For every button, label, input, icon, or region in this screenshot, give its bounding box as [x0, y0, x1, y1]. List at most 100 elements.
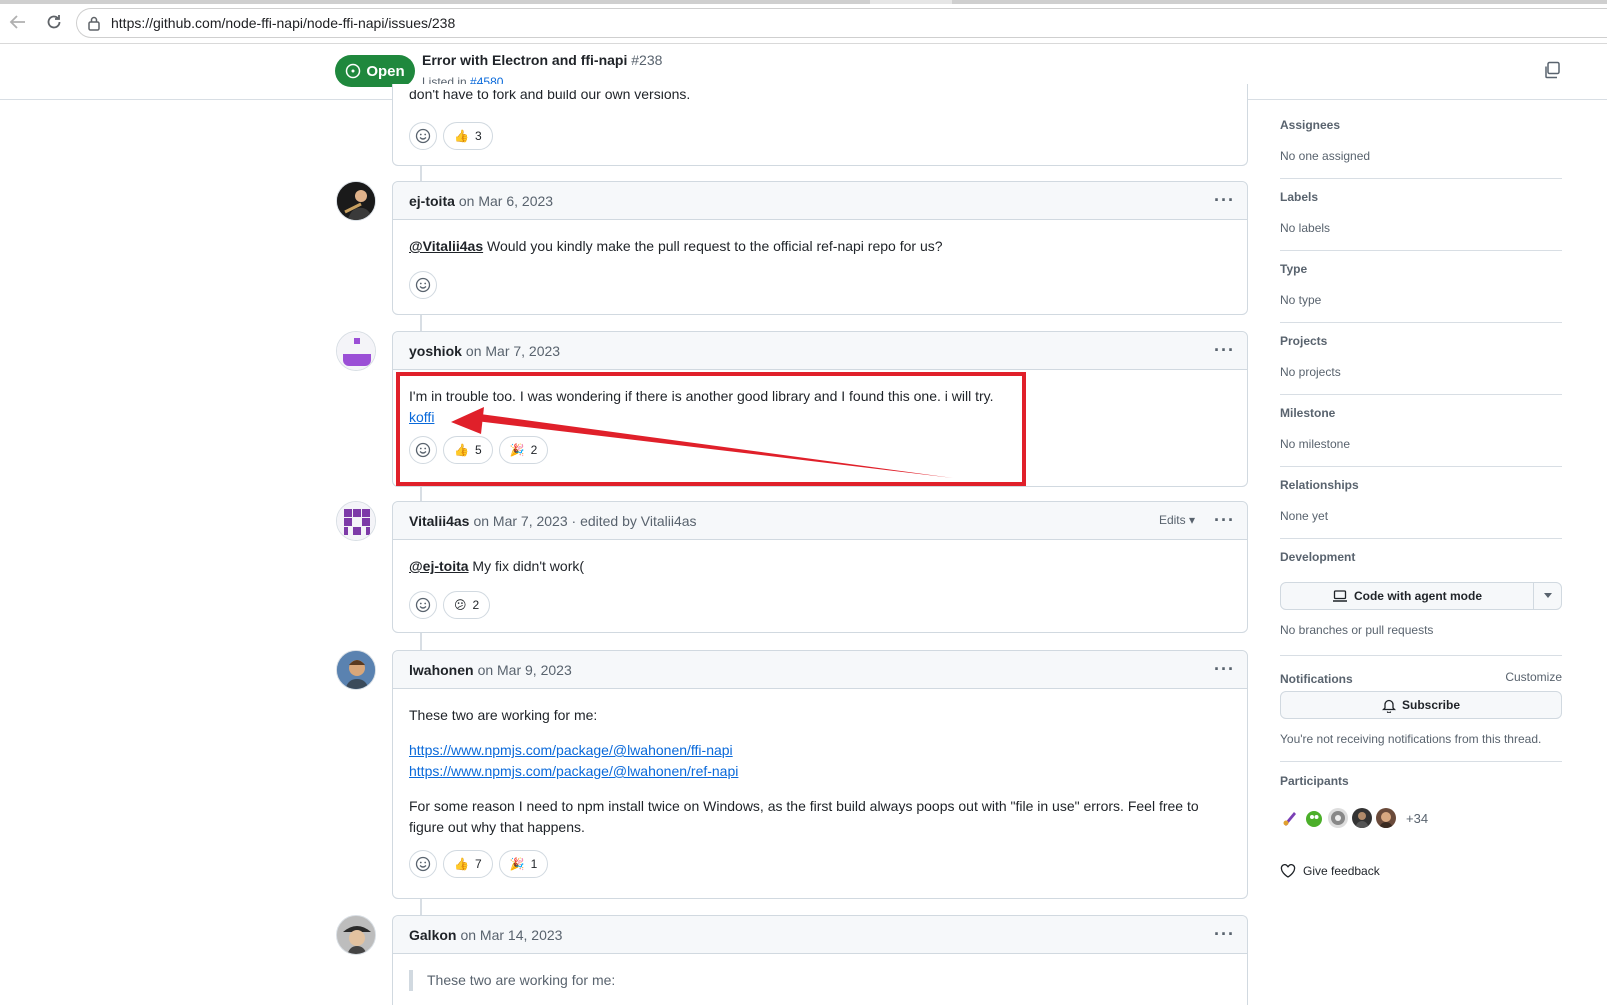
identicon-icon — [337, 502, 375, 540]
reactions-bar: 👍 3 — [393, 122, 509, 164]
hooray-reaction[interactable]: 🎉 1 — [498, 850, 549, 878]
user-mention[interactable]: @ej-toita — [409, 558, 469, 574]
add-reaction-button[interactable] — [409, 591, 437, 619]
add-reaction-button[interactable] — [409, 122, 437, 150]
comment-header: Vitalii4as on Mar 7, 2023 · edited by Vi… — [393, 502, 1247, 540]
comment-author[interactable]: ej-toita — [409, 193, 455, 209]
browser-toolbar: https://github.com/node-ffi-napi/node-ff… — [0, 0, 1607, 44]
sidebar-milestone[interactable]: Milestone No milestone — [1280, 406, 1562, 467]
comment-options-button[interactable]: ··· — [1214, 190, 1235, 211]
avatar-image-icon — [1328, 808, 1348, 828]
sidebar-type[interactable]: Type No type — [1280, 262, 1562, 323]
smiley-icon — [415, 128, 431, 144]
blockquote: These two are working for me: — [409, 970, 1231, 991]
sidebar-value: No projects — [1280, 365, 1341, 379]
tab-active-indicator — [0, 0, 870, 4]
confused-reaction[interactable]: 😕 2 — [443, 591, 491, 619]
comment-partial: don't have to fork and build our own ver… — [392, 84, 1248, 166]
issue-state-label: Open — [366, 62, 405, 80]
address-bar[interactable]: https://github.com/node-ffi-napi/node-ff… — [76, 8, 1607, 38]
participant-avatar[interactable] — [1304, 808, 1324, 828]
avatar[interactable] — [336, 331, 376, 371]
triangle-down-icon — [1543, 593, 1552, 598]
avatar-image-icon — [1376, 808, 1396, 828]
sidebar-title: Projects — [1280, 334, 1328, 348]
comment-date[interactable]: on Mar 7, 2023 · edited by Vitalii4as — [473, 513, 696, 529]
copy-link-button[interactable] — [1543, 61, 1561, 79]
add-reaction-button[interactable] — [409, 271, 437, 299]
participant-avatar[interactable] — [1280, 808, 1300, 828]
subscribe-button[interactable]: Subscribe — [1280, 691, 1562, 719]
ref-napi-link[interactable]: https://www.npmjs.com/package/@lwahonen/… — [409, 763, 738, 779]
comment-author[interactable]: Galkon — [409, 927, 456, 943]
sidebar-participants: Participants +34 Give feedback — [1280, 774, 1562, 878]
comment-header: Galkon on Mar 14, 2023 ··· — [393, 916, 1247, 954]
sidebar-title: Participants — [1280, 774, 1349, 788]
give-feedback-label: Give feedback — [1303, 864, 1380, 878]
comment-options-button[interactable]: ··· — [1214, 340, 1235, 361]
copy-icon — [1545, 61, 1560, 79]
comment-date[interactable]: on Mar 9, 2023 — [478, 662, 572, 678]
edits-label: Edits — [1158, 513, 1186, 527]
comment-author[interactable]: lwahonen — [409, 662, 474, 678]
reactions-bar: 😕 2 — [393, 591, 1247, 633]
quote-text: These two are working for me: — [427, 972, 616, 988]
sidebar-relationships[interactable]: Relationships None yet — [1280, 478, 1562, 539]
avatar[interactable] — [336, 181, 376, 221]
tab-strip — [0, 0, 1607, 4]
party-popper-icon: 🎉 — [509, 857, 525, 871]
comment-date[interactable]: on Mar 7, 2023 — [466, 343, 560, 359]
smiley-icon — [415, 856, 431, 872]
thumbs-up-icon: 👍 — [454, 129, 469, 143]
comment-options-button[interactable]: ··· — [1214, 510, 1235, 531]
give-feedback-link[interactable]: Give feedback — [1280, 864, 1380, 878]
confused-face-icon: 😕 — [454, 598, 467, 612]
issue-title: Error with Electron and ffi-napi #238 — [422, 52, 662, 68]
comment-date[interactable]: on Mar 14, 2023 — [460, 927, 562, 943]
sidebar-labels[interactable]: Labels No labels — [1280, 190, 1562, 251]
participant-avatar[interactable] — [1352, 808, 1372, 828]
edits-dropdown[interactable]: Edits ▾ — [1159, 513, 1195, 527]
code-with-agent-label: Code with agent mode — [1353, 589, 1482, 603]
sidebar-value: No labels — [1280, 221, 1331, 235]
avatar-image-icon — [1304, 808, 1324, 828]
back-button[interactable] — [6, 10, 30, 34]
avatar[interactable] — [336, 915, 376, 955]
participant-avatar[interactable] — [1328, 808, 1348, 828]
customize-notifications-link[interactable]: Customize — [1505, 670, 1562, 684]
issue-open-icon — [346, 63, 361, 79]
comment-date[interactable]: on Mar 6, 2023 — [459, 193, 553, 209]
avatar[interactable] — [336, 650, 376, 690]
reload-button[interactable] — [42, 10, 66, 34]
sidebar-projects[interactable]: Projects No projects — [1280, 334, 1562, 395]
sidebar-development: Development Code with agent mode No bran… — [1280, 550, 1562, 656]
comment-options-button[interactable]: ··· — [1214, 659, 1235, 680]
add-reaction-button[interactable] — [409, 850, 437, 878]
participants-more[interactable]: +34 — [1406, 811, 1428, 826]
reactions-bar — [393, 271, 1247, 313]
ffi-napi-link[interactable]: https://www.npmjs.com/package/@lwahonen/… — [409, 742, 733, 758]
bell-icon — [1381, 699, 1396, 713]
thumbs-up-reaction[interactable]: 👍 3 — [443, 122, 493, 150]
sidebar-value: You're not receiving notifications from … — [1280, 732, 1542, 746]
sidebar-assignees[interactable]: Assignees No one assigned — [1280, 118, 1562, 179]
comment-card: ej-toita on Mar 6, 2023 ··· @Vitalii4as … — [392, 181, 1248, 315]
comment-author[interactable]: yoshiok — [409, 343, 462, 359]
site-info-icon[interactable] — [87, 15, 101, 31]
code-with-agent-main[interactable]: Code with agent mode — [1281, 589, 1533, 603]
code-with-agent-button[interactable]: Code with agent mode — [1280, 582, 1562, 610]
comment-author[interactable]: Vitalii4as — [409, 513, 469, 529]
reaction-count: 2 — [472, 598, 480, 612]
code-with-agent-dropdown[interactable] — [1533, 583, 1561, 609]
avatar[interactable] — [336, 501, 376, 541]
arrow-left-icon — [9, 15, 25, 29]
comment-card: Vitalii4as on Mar 7, 2023 · edited by Vi… — [392, 501, 1248, 633]
reload-icon — [47, 15, 61, 29]
reaction-count: 3 — [474, 129, 482, 143]
thumbs-up-reaction[interactable]: 👍 7 — [443, 850, 493, 878]
avatar-image-icon — [337, 182, 375, 220]
participant-avatar[interactable] — [1376, 808, 1396, 828]
comment-text: My fix didn't work( — [468, 558, 585, 574]
comment-options-button[interactable]: ··· — [1214, 924, 1235, 945]
user-mention[interactable]: @Vitalii4as — [409, 238, 483, 254]
